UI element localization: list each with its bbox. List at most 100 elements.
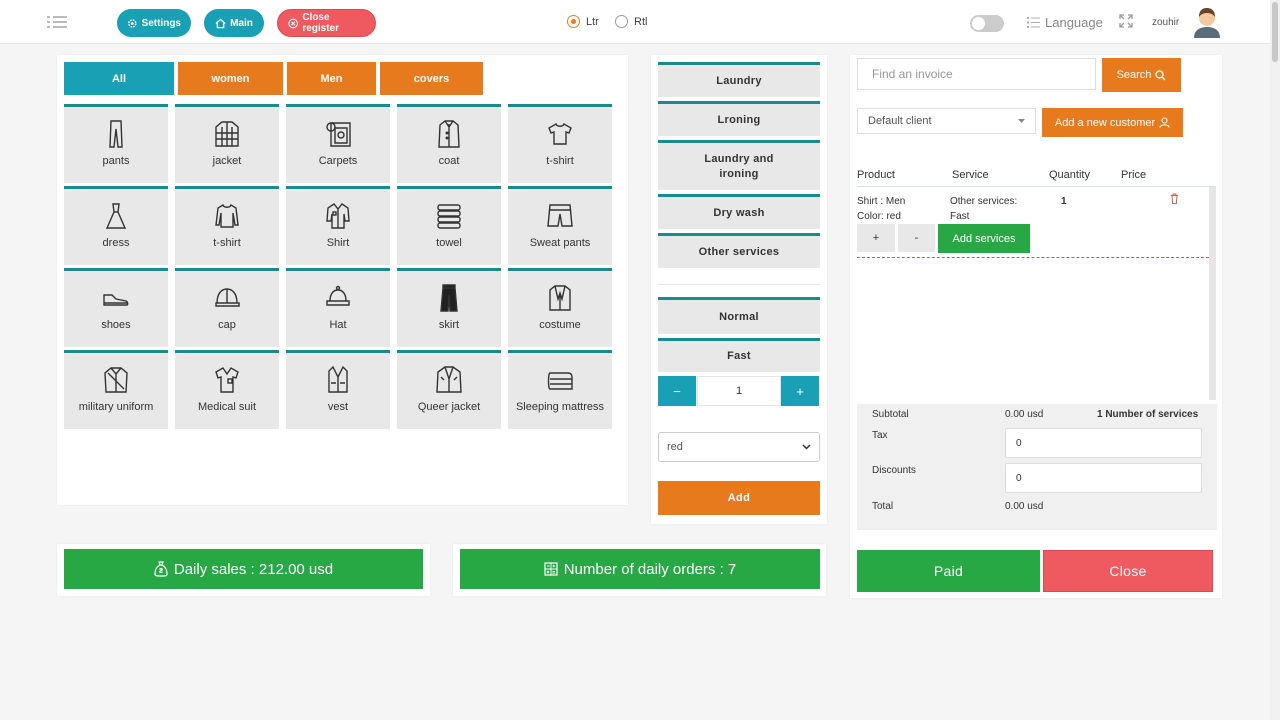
row-increment-button[interactable]: + xyxy=(857,224,895,252)
theme-toggle[interactable] xyxy=(970,15,1004,32)
paid-button[interactable]: Paid xyxy=(857,550,1040,592)
product-label: t-shirt xyxy=(546,155,574,167)
invoice-search-input[interactable]: Find an invoice xyxy=(857,58,1096,90)
close-register-label: Close register xyxy=(302,12,340,34)
product-tile-towel[interactable]: towel xyxy=(397,186,501,265)
home-icon xyxy=(215,18,226,28)
product-tile-coat[interactable]: coat xyxy=(397,104,501,183)
product-tile-shirt[interactable]: Shirt xyxy=(286,186,390,265)
row-service: Other services: Fast xyxy=(950,194,1017,224)
product-tile-sleeping-mattress[interactable]: Sleeping mattress xyxy=(508,350,612,429)
quantity-decrement-button[interactable]: − xyxy=(658,376,696,406)
speed-normal[interactable]: Normal xyxy=(658,297,820,334)
discounts-input[interactable]: 0 xyxy=(1005,463,1202,493)
language-menu[interactable]: Language xyxy=(1027,15,1103,30)
category-tab-all[interactable]: All xyxy=(64,62,174,95)
money-bag-icon xyxy=(154,561,168,577)
product-label: Sweat pants xyxy=(529,237,591,249)
service-other-services[interactable]: Other services xyxy=(658,233,820,268)
vest-icon xyxy=(328,365,348,393)
fullscreen-icon[interactable] xyxy=(1119,14,1133,28)
cap-icon xyxy=(215,288,240,307)
hat-icon xyxy=(326,285,350,306)
service-ironing[interactable]: Lroning xyxy=(658,101,820,136)
add-button[interactable]: Add xyxy=(658,481,820,515)
client-select[interactable]: Default client xyxy=(857,108,1036,134)
towel-icon xyxy=(437,204,461,229)
color-select[interactable]: red xyxy=(658,432,820,462)
menu-icon[interactable] xyxy=(47,15,67,29)
add-customer-button[interactable]: Add a new customer xyxy=(1042,108,1183,137)
skirt-icon xyxy=(440,284,458,312)
product-tile-cap[interactable]: cap xyxy=(175,268,279,347)
close-button[interactable]: Close xyxy=(1043,550,1213,592)
row-service-speed: Fast xyxy=(950,211,970,222)
close-register-button[interactable]: Close register xyxy=(277,9,376,37)
direction-rtl-radio[interactable]: Rtl xyxy=(615,15,647,28)
subtotal-value: 0.00 usd xyxy=(1005,409,1044,420)
product-label: vest xyxy=(327,401,349,413)
product-label: jacket xyxy=(212,155,242,167)
search-label: Search xyxy=(1116,69,1152,81)
product-tile-medical-suit[interactable]: Medical suit xyxy=(175,350,279,429)
search-icon xyxy=(1155,69,1166,80)
product-label: dress xyxy=(102,237,130,249)
product-tile-skirt[interactable]: skirt xyxy=(397,268,501,347)
product-tile-sweat-pants[interactable]: Sweat pants xyxy=(508,186,612,265)
product-tile-dress[interactable]: dress xyxy=(64,186,168,265)
row-product: Shirt : Men Color: red xyxy=(857,194,905,224)
product-tile-queer-jacket[interactable]: Queer jacket xyxy=(397,350,501,429)
product-tile-tshirt[interactable]: t-shirt xyxy=(508,104,612,183)
product-tile-vest[interactable]: vest xyxy=(286,350,390,429)
service-dry-wash[interactable]: Dry wash xyxy=(658,194,820,229)
row-service-name: Other services: xyxy=(950,196,1018,207)
longsleeve-icon xyxy=(215,203,239,228)
row-decrement-button[interactable]: - xyxy=(898,224,935,252)
quantity-input[interactable]: 1 xyxy=(697,376,781,406)
category-tab-women[interactable]: women xyxy=(178,62,283,95)
product-tile-shoes[interactable]: shoes xyxy=(64,268,168,347)
direction-ltr-radio[interactable]: Ltr xyxy=(567,15,599,28)
tax-label: Tax xyxy=(872,430,888,441)
trash-icon[interactable] xyxy=(1170,193,1179,204)
product-tile-longsleeve[interactable]: t-shirt xyxy=(175,186,279,265)
product-tile-costume[interactable]: costume xyxy=(508,268,612,347)
product-tile-jacket[interactable]: jacket xyxy=(175,104,279,183)
product-tile-military-uniform[interactable]: military uniform xyxy=(64,350,168,429)
row-divider xyxy=(857,257,1209,258)
column-quantity: Quantity xyxy=(1049,169,1090,181)
daily-orders-text: Number of daily orders : 7 xyxy=(563,560,737,578)
product-tile-carpets[interactable]: Carpets xyxy=(286,104,390,183)
tshirt-icon xyxy=(548,122,572,145)
caret-down-icon xyxy=(1018,119,1025,123)
invoice-scrollbar[interactable] xyxy=(1209,187,1216,400)
row-product-name: Shirt : Men xyxy=(857,196,906,207)
quantity-increment-button[interactable]: + xyxy=(781,376,819,406)
product-label: t-shirt xyxy=(213,237,241,249)
column-product: Product xyxy=(857,169,895,181)
page-scroll-thumb[interactable] xyxy=(1272,2,1278,62)
settings-button[interactable]: Settings xyxy=(117,9,191,37)
product-label: coat xyxy=(438,155,460,167)
list-icon xyxy=(1027,17,1040,28)
product-tile-hat[interactable]: Hat xyxy=(286,268,390,347)
page-scrollbar[interactable] xyxy=(1270,0,1280,720)
gear-icon xyxy=(128,18,137,28)
product-tile-pants[interactable]: pants xyxy=(64,104,168,183)
ltr-label: Ltr xyxy=(586,15,599,28)
rtl-label: Rtl xyxy=(634,15,648,28)
speed-fast[interactable]: Fast xyxy=(658,338,820,372)
avatar[interactable] xyxy=(1192,6,1222,38)
product-label: Hat xyxy=(329,319,347,331)
tax-input[interactable]: 0 xyxy=(1005,428,1202,458)
search-button[interactable]: Search xyxy=(1102,58,1181,92)
add-services-button[interactable]: Add services xyxy=(938,224,1030,253)
daily-sales-banner: Daily sales : 212.00 usd xyxy=(64,549,423,589)
service-laundry[interactable]: Laundry xyxy=(658,62,820,97)
category-tab-covers[interactable]: covers xyxy=(380,62,483,95)
close-circle-icon xyxy=(288,18,298,28)
category-tab-men[interactable]: Men xyxy=(287,62,376,95)
service-laundry-and-ironing[interactable]: Laundry and ironing xyxy=(658,140,820,190)
coat-icon xyxy=(438,120,460,148)
main-button[interactable]: Main xyxy=(204,9,264,37)
